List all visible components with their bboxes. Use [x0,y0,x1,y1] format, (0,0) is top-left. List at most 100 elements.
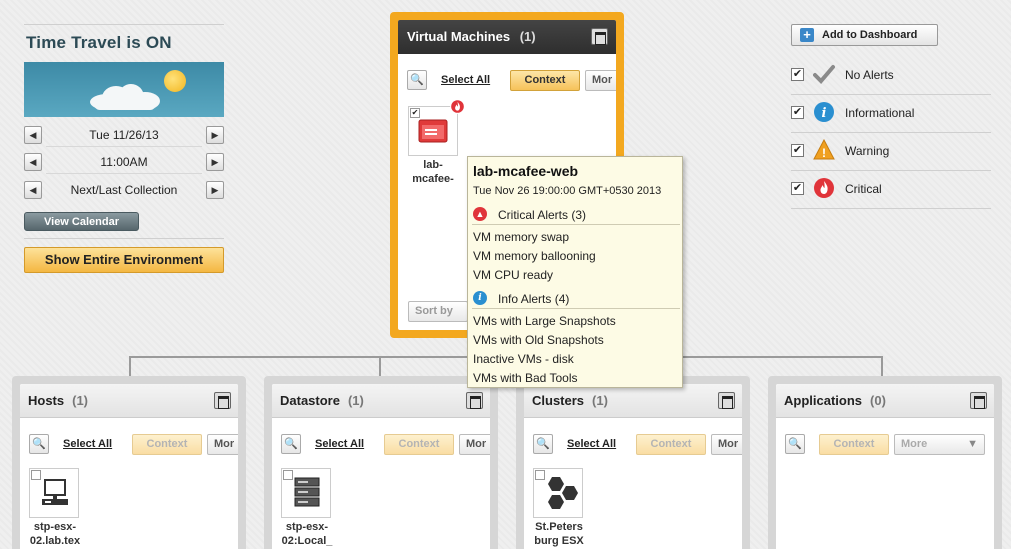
clusters-title: Clusters [532,393,585,408]
datastore-item-label: stp-esx- [285,521,329,533]
alert-item: VM memory swap [473,230,570,244]
checkmark-icon [813,65,835,84]
item-checkbox[interactable]: ✔ [410,108,420,118]
prev-collection-button[interactable]: ◀ [24,181,42,199]
host-item-label: 02.lab.tex [29,535,81,547]
alert-item: VMs with Bad Tools [473,371,578,385]
legend-label: Critical [845,182,882,196]
svg-text:!: ! [822,146,826,160]
applications-title: Applications [784,393,863,408]
sort-by-dropdown[interactable]: Sort by [408,301,468,322]
tooltip-title: lab-mcafee-web [473,163,579,179]
datastore-title: Datastore [280,393,340,408]
date-nav: ◀ Tue 11/26/13 ▶ [24,124,224,147]
context-button[interactable]: Context [510,70,580,91]
hosts-panel: Hosts (1) 🔍 Select All Context Mor stp-es… [12,376,246,549]
alert-item: VMs with Old Snapshots [473,333,604,347]
more-dropdown[interactable]: Mor [207,434,238,455]
next-time-button[interactable]: ▶ [206,153,224,171]
legend-critical: ✔ Critical [791,171,991,209]
time-travel-title: Time Travel is ON [26,33,172,52]
more-dropdown[interactable]: Mor [585,70,616,91]
time-display: 11:00AM [100,155,148,169]
more-dropdown[interactable]: Mor [459,434,490,455]
legend-no-alerts: ✔ No Alerts [791,57,991,95]
item-checkbox[interactable] [283,470,293,480]
show-entire-environment-button[interactable]: Show Entire Environment [24,247,224,273]
legend-label: Informational [845,106,915,120]
warning-icon: ! [813,139,835,160]
context-button[interactable]: Context [132,434,202,455]
sun-icon [164,70,186,92]
datastore-panel-header: Datastore (1) [272,384,490,418]
legend-label: No Alerts [845,68,894,82]
plus-icon: + [800,28,814,42]
more-dropdown[interactable]: More ▼ [894,434,985,455]
search-icon[interactable]: 🔍 [29,434,49,454]
host-item[interactable] [29,468,79,518]
alert-item: VM memory ballooning [473,249,596,263]
select-all-link[interactable]: Select All [567,438,616,450]
vm-item-label: mcafee- [412,173,454,185]
select-all-link[interactable]: Select All [441,74,490,86]
minimize-button[interactable] [591,28,608,45]
time-nav: ◀ 11:00AM ▶ [24,151,224,174]
tooltip-date: Tue Nov 26 19:00:00 GMT+0530 2013 [473,185,662,197]
prev-date-button[interactable]: ◀ [24,126,42,144]
search-icon[interactable]: 🔍 [407,70,427,90]
date-display: Tue 11/26/13 [89,128,159,142]
critical-alerts-label: Critical Alerts (3) [498,208,587,222]
applications-count: (0) [870,393,886,408]
search-icon[interactable]: 🔍 [533,434,553,454]
view-calendar-button[interactable]: View Calendar [24,212,139,231]
connector-line [379,356,381,376]
critical-checkbox[interactable]: ✔ [791,182,804,195]
vm-panel-title: Virtual Machines [407,29,511,44]
clusters-panel: Clusters (1) 🔍 Select All Context Mor St.… [516,376,750,549]
datastore-toolbar: 🔍 Select All Context Mor [272,430,490,456]
more-label: More [901,438,928,450]
search-icon[interactable]: 🔍 [281,434,301,454]
search-icon[interactable]: 🔍 [785,434,805,454]
informational-checkbox[interactable]: ✔ [791,106,804,119]
prev-time-button[interactable]: ◀ [24,153,42,171]
host-item-label: stp-esx- [33,521,77,533]
hosts-panel-header: Hosts (1) [20,384,238,418]
next-date-button[interactable]: ▶ [206,126,224,144]
add-to-dashboard-button[interactable]: + Add to Dashboard [791,24,938,46]
cluster-item-label: burg ESX [534,535,584,547]
warning-checkbox[interactable]: ✔ [791,144,804,157]
connector-line [129,356,131,376]
chevron-down-icon: ▼ [967,438,978,450]
critical-badge-icon [450,99,465,114]
alert-item: VM CPU ready [473,268,554,282]
collection-nav: ◀ Next/Last Collection ▶ [24,179,224,201]
connector-line [881,356,883,376]
minimize-button[interactable] [970,392,987,409]
select-all-link[interactable]: Select All [315,438,364,450]
datastore-item-label: 02:Local_ [281,535,333,547]
vm-panel-header: Virtual Machines (1) [398,20,616,54]
more-dropdown[interactable]: Mor [711,434,742,455]
no-alerts-checkbox[interactable]: ✔ [791,68,804,81]
select-all-link[interactable]: Select All [63,438,112,450]
cluster-item[interactable] [533,468,583,518]
context-button[interactable]: Context [384,434,454,455]
applications-panel-header: Applications (0) [776,384,994,418]
context-button[interactable]: Context [636,434,706,455]
minimize-button[interactable] [718,392,735,409]
minimize-button[interactable] [466,392,483,409]
alert-item: Inactive VMs - disk [473,352,574,366]
legend-warning: ✔ ! Warning [791,133,991,171]
cluster-item-label: St.Peters [535,521,583,533]
info-icon: i [814,102,834,122]
weather-banner [24,62,224,117]
next-collection-button[interactable]: ▶ [206,181,224,199]
legend-label: Warning [845,144,890,158]
datastore-item[interactable] [281,468,331,518]
minimize-button[interactable] [214,392,231,409]
context-button[interactable]: Context [819,434,889,455]
cloud-icon [90,84,160,110]
divider [24,24,224,25]
info-icon: i [473,291,487,305]
